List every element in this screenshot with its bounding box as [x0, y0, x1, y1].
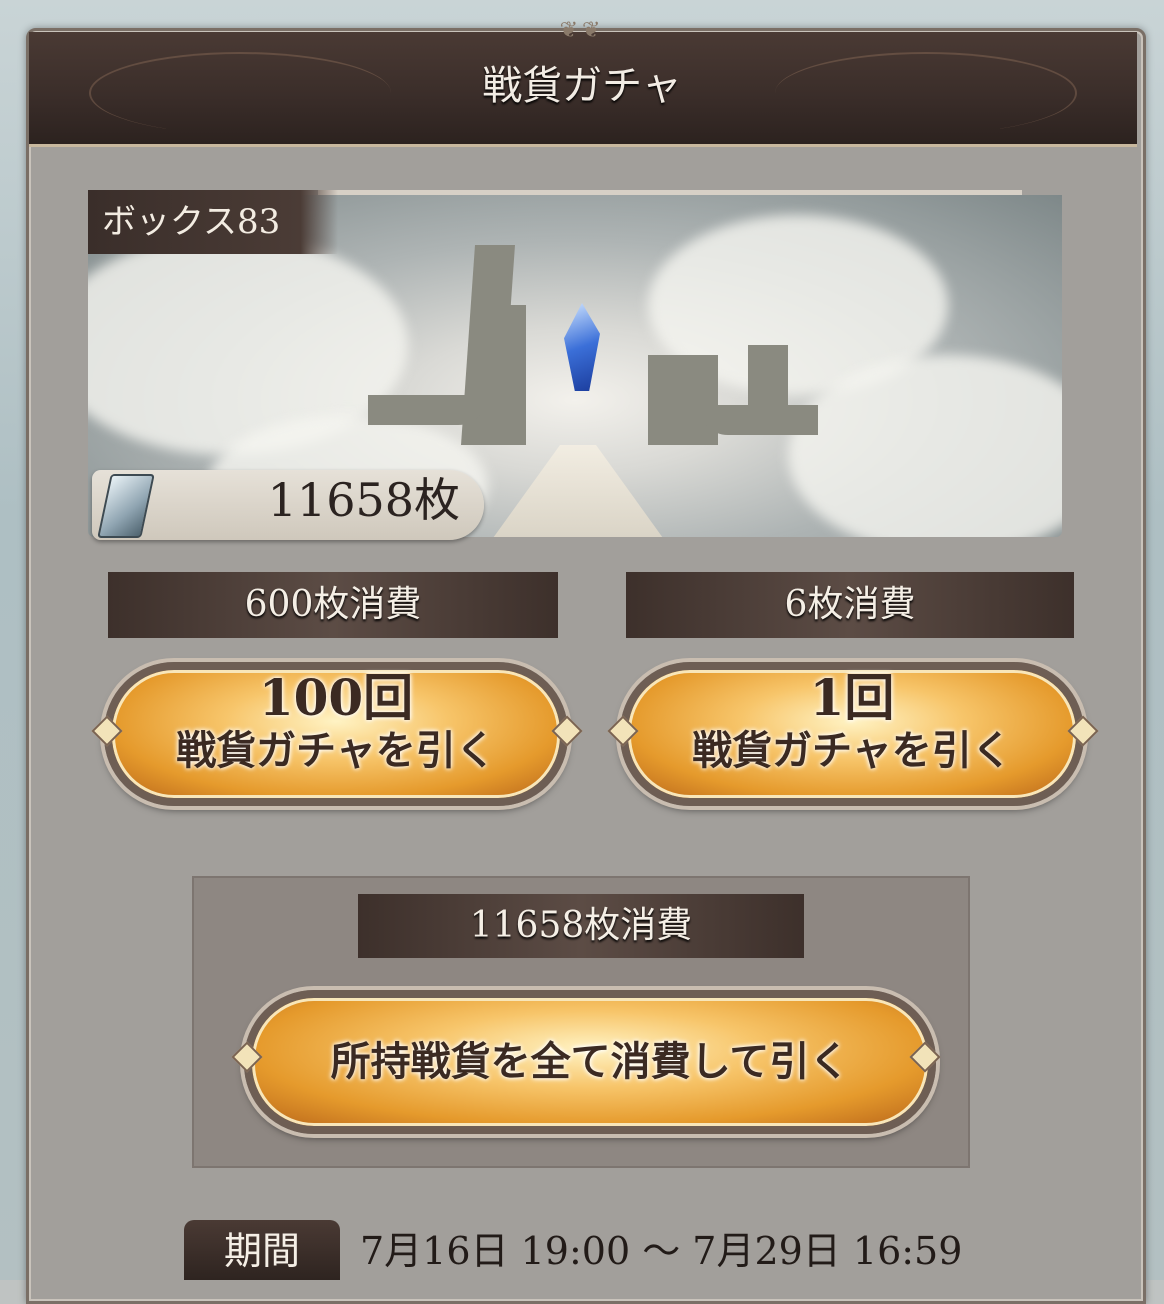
draw-100-action: 戦貨ガチャを引く — [176, 727, 496, 774]
ticket-count: 11658枚 — [267, 473, 460, 527]
draw-all-button[interactable]: 所持戦貨を全て消費して引く — [244, 990, 936, 1134]
draw-1-button[interactable]: 1回 戦貨ガチャを引く — [620, 662, 1084, 806]
draw-100-button[interactable]: 100回 戦貨ガチャを引く — [104, 662, 568, 806]
page-title: 戦貨ガチャ — [482, 63, 682, 109]
cost-label-100: 600枚消費 — [108, 572, 558, 638]
draw-100-count: 100回 — [258, 668, 414, 727]
draw-1-action: 戦貨ガチャを引く — [692, 727, 1012, 774]
box-number-label: ボックス83 — [88, 190, 338, 254]
crystal-icon — [564, 303, 600, 391]
period-label: 期間 — [184, 1220, 340, 1280]
draw-1-count: 1回 — [809, 668, 895, 727]
draw-all-action: 所持戦貨を全て消費して引く — [330, 1038, 850, 1085]
cost-label-1: 6枚消費 — [626, 572, 1074, 638]
stone-path — [488, 445, 668, 537]
cost-label-all: 11658枚消費 — [358, 894, 804, 958]
ornament-icon: ❦❦ — [559, 18, 605, 43]
period-text: 7月16日 19:00 〜 7月29日 16:59 — [360, 1229, 963, 1273]
